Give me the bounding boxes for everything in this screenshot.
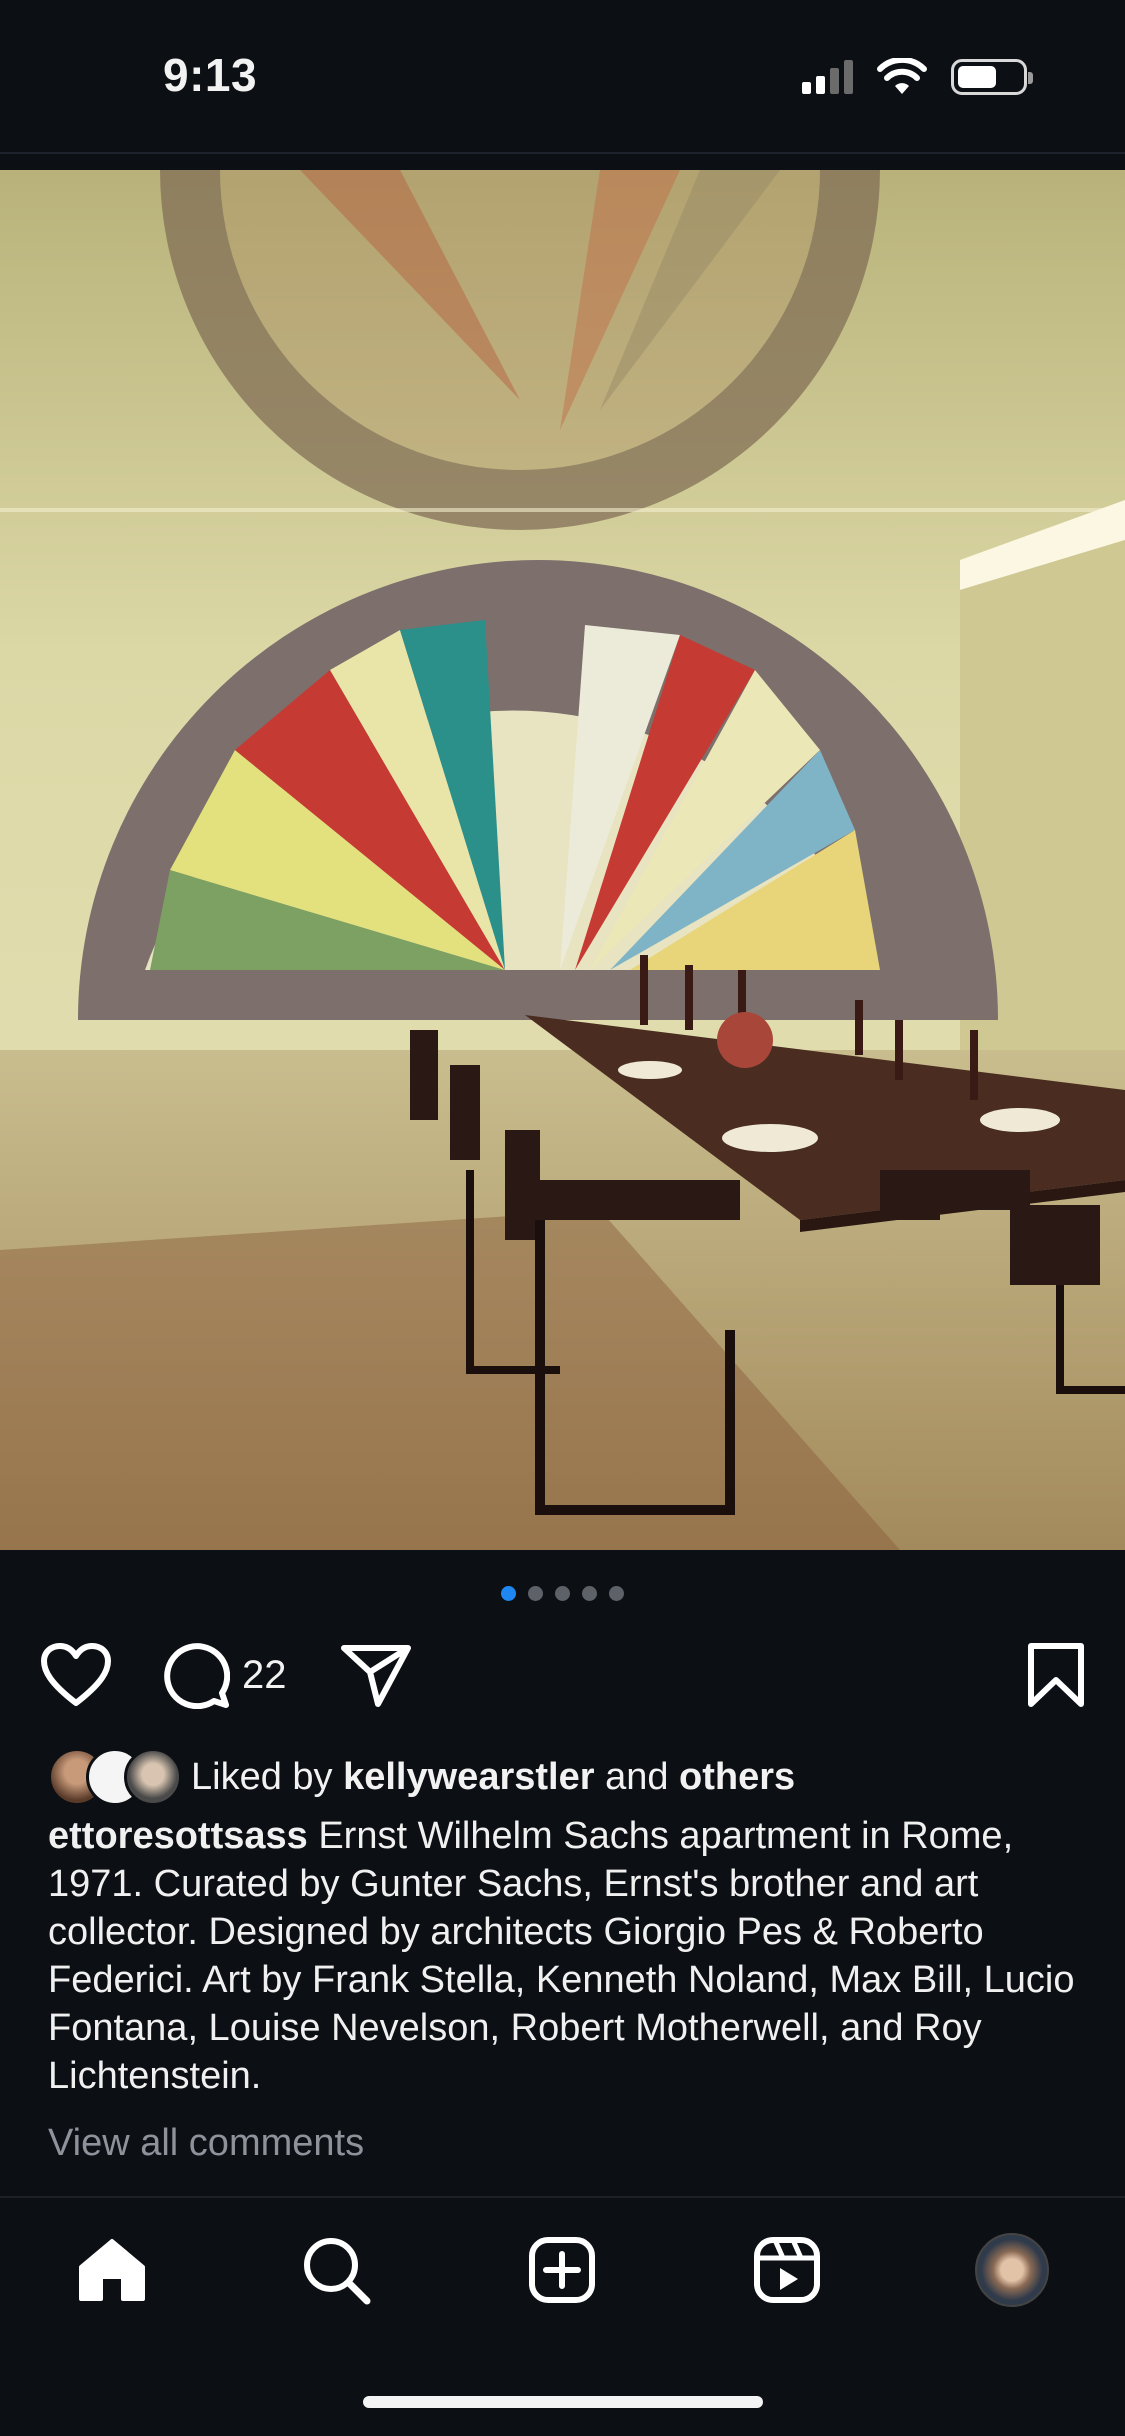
cellular-signal-icon <box>802 60 853 94</box>
home-icon <box>79 2239 145 2301</box>
comment-icon <box>164 1643 230 1709</box>
nav-reels[interactable] <box>745 2228 829 2312</box>
battery-icon <box>951 59 1033 95</box>
view-all-comments-link[interactable]: View all comments <box>48 2122 364 2165</box>
likes-others-link[interactable]: others <box>679 1756 795 1798</box>
likes-prefix: Liked by <box>191 1755 333 1798</box>
likes-connector: and <box>605 1755 669 1798</box>
save-button[interactable] <box>1027 1640 1085 1710</box>
status-time: 9:13 <box>163 49 258 101</box>
likes-summary[interactable]: Liked by kellywearstler and others <box>48 1748 795 1806</box>
header-divider <box>0 152 1125 154</box>
liker-username[interactable]: kellywearstler <box>343 1756 594 1798</box>
nav-search[interactable] <box>294 2228 378 2312</box>
home-indicator[interactable] <box>363 2396 763 2408</box>
carousel-dot <box>555 1586 570 1601</box>
reels-icon <box>754 2237 820 2303</box>
carousel-indicator <box>0 1586 1125 1601</box>
paper-plane-icon <box>341 1645 411 1707</box>
nav-profile[interactable] <box>970 2228 1054 2312</box>
post-caption: ettoresottsass Ernst Wilhelm Sachs apart… <box>48 1812 1078 2100</box>
comment-button[interactable]: 22 <box>162 1640 287 1710</box>
wifi-icon <box>877 58 927 94</box>
heart-icon <box>41 1643 111 1706</box>
nav-create[interactable] <box>520 2228 604 2312</box>
carousel-dot-active <box>501 1586 516 1601</box>
carousel-dot <box>609 1586 624 1601</box>
carousel-dot <box>582 1586 597 1601</box>
create-icon <box>529 2237 595 2303</box>
bookmark-icon <box>1028 1643 1084 1707</box>
profile-avatar <box>975 2233 1049 2307</box>
like-button[interactable] <box>40 1640 112 1710</box>
avatar <box>124 1748 182 1806</box>
likes-text: Liked by kellywearstler and others <box>191 1756 795 1799</box>
liker-avatars <box>48 1748 183 1806</box>
caption-text: Ernst Wilhelm Sachs apartment in Rome, 1… <box>48 1815 1075 2097</box>
post-image[interactable] <box>0 170 1125 1550</box>
share-button[interactable] <box>340 1640 412 1710</box>
status-bar: 9:13 <box>0 0 1125 150</box>
nav-home[interactable] <box>70 2228 154 2312</box>
post-actions: 22 <box>40 1640 1085 1710</box>
carousel-dot <box>528 1586 543 1601</box>
search-icon <box>304 2238 371 2305</box>
bottom-nav <box>0 2198 1125 2338</box>
comment-count: 22 <box>242 1652 287 1697</box>
status-icons <box>802 58 1033 96</box>
caption-username[interactable]: ettoresottsass <box>48 1815 308 1857</box>
